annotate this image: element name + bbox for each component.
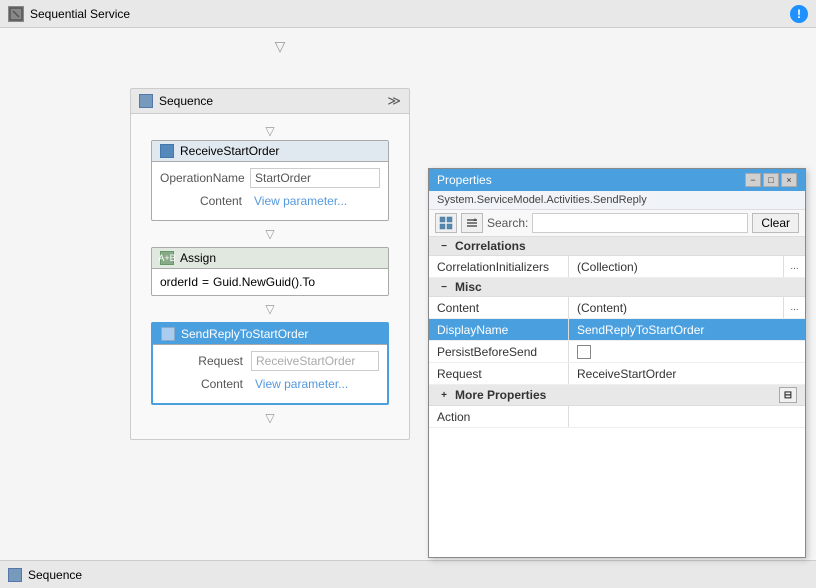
props-title: Properties [437,173,492,187]
correlations-label: Correlations [455,239,526,253]
req-value[interactable]: ReceiveStartOrder [251,351,379,371]
sequence-label: Sequence [159,94,213,108]
sequence-header: Sequence ≫ [131,89,409,114]
prop-row-persistbeforesend[interactable]: PersistBeforeSend [429,341,805,363]
prop-value-persistbeforesend [569,341,805,362]
sr-content-label: Content [161,377,251,391]
assign-body: orderId = Guid.NewGuid().To [152,269,388,295]
prop-value-action [569,406,805,427]
correlations-section-header[interactable]: − Correlations [429,237,805,256]
props-minimize-btn[interactable]: − [745,173,761,187]
search-label: Search: [487,216,528,230]
prop-row-correlationinitializers[interactable]: CorrelationInitializers (Collection) ... [429,256,805,278]
correlations-expand-icon: − [437,239,451,253]
receive-activity-body: OperationName StartOrder Content View pa… [152,162,388,220]
misc-section-header[interactable]: − Misc [429,278,805,297]
prop-row-displayname[interactable]: DisplayName SendReplyToStartOrder [429,319,805,341]
prop-name-correlationinitializers: CorrelationInitializers [429,256,569,277]
assign-right: Guid.NewGuid().To [213,275,315,289]
workflow-canvas: Sequential Service ! ▽ Sequence ≫ ▽ [0,0,816,588]
arrow4: ▽ [131,411,409,425]
prop-value-correlationinitializers: (Collection) [569,256,783,277]
prop-name-request: Request [429,363,569,384]
send-reply-body: Request ReceiveStartOrder Content View p… [153,345,387,403]
content-label: Content [160,194,250,208]
search-input[interactable] [532,213,748,233]
top-bar-icon [8,6,24,22]
props-category-btn[interactable] [435,213,457,233]
clear-button[interactable]: Clear [752,213,799,233]
prop-value-displayname: SendReplyToStartOrder [569,319,805,340]
prop-name-displayname: DisplayName [429,319,569,340]
prop-name-persistbeforesend: PersistBeforeSend [429,341,569,362]
receive-icon [160,144,174,158]
assign-left: orderId [160,275,198,289]
send-reply-header: SendReplyToStartOrder [153,324,387,345]
top-bar: Sequential Service ! [0,0,816,28]
arrow2: ▽ [131,227,409,241]
send-reply-activity-box[interactable]: SendReplyToStartOrder Request ReceiveSta… [151,322,389,405]
props-subtitle: System.ServiceModel.Activities.SendReply [429,191,805,210]
bottom-seq-icon [8,568,22,582]
assign-activity-box[interactable]: A+B Assign orderId = Guid.NewGuid().To [151,247,389,296]
sequence-container: Sequence ≫ ▽ ReceiveStartOrder Operation… [130,88,410,440]
send-reply-icon [161,327,175,341]
op-value[interactable]: StartOrder [250,168,380,188]
top-arrow: ▽ [270,38,290,54]
props-restore-btn[interactable]: □ [763,173,779,187]
sr-content-link[interactable]: View parameter... [251,375,379,393]
op-label: OperationName [160,171,250,185]
warning-icon: ! [790,5,808,23]
arrow3: ▽ [131,302,409,316]
top-bar-title: Sequential Service [30,7,130,21]
more-props-toggle-btn[interactable]: ⊟ [779,387,797,403]
props-close-btn[interactable]: × [781,173,797,187]
receive-label: ReceiveStartOrder [180,144,279,158]
receive-activity-box[interactable]: ReceiveStartOrder OperationName StartOrd… [151,140,389,221]
more-props-expand-icon: + [437,388,451,402]
assign-op: = [202,275,209,289]
prop-row-content[interactable]: Content (Content) ... [429,297,805,319]
prop-name-content: Content [429,297,569,318]
props-toolbar: Search: Clear [429,210,805,237]
assign-header: A+B Assign [152,248,388,269]
receive-activity-header: ReceiveStartOrder [152,141,388,162]
prop-value-request: ReceiveStartOrder [569,363,805,384]
props-sort-btn[interactable] [461,213,483,233]
bottom-bar: Sequence [0,560,816,588]
content-link[interactable]: View parameter... [250,192,380,210]
arrow1: ▽ [131,124,409,138]
prop-btn-correlationinitializers[interactable]: ... [783,256,805,277]
bottom-seq-label: Sequence [28,568,82,582]
more-props-section-header[interactable]: + More Properties ⊟ [429,385,805,406]
props-title-bar: Properties − □ × [429,169,805,191]
prop-name-action: Action [429,406,569,427]
props-title-buttons: − □ × [745,173,797,187]
more-props-label: More Properties [455,388,546,402]
misc-label: Misc [455,280,482,294]
sequence-icon [139,94,153,108]
prop-btn-content[interactable]: ... [783,297,805,318]
prop-row-request[interactable]: Request ReceiveStartOrder [429,363,805,385]
prop-row-action[interactable]: Action [429,406,805,428]
persist-checkbox[interactable] [577,345,591,359]
properties-panel: Properties − □ × System.ServiceModel.Act… [428,168,806,558]
assign-icon: A+B [160,251,174,265]
props-grid: − Correlations CorrelationInitializers (… [429,237,805,557]
req-label: Request [161,354,251,368]
misc-expand-icon: − [437,280,451,294]
assign-label: Assign [180,251,216,265]
sequence-collapse-btn[interactable]: ≫ [387,93,401,109]
send-reply-label: SendReplyToStartOrder [181,327,308,341]
prop-value-content: (Content) [569,297,783,318]
